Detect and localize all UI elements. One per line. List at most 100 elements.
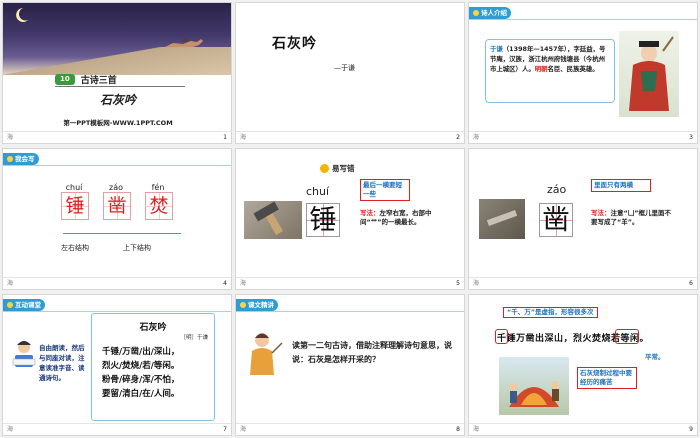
slide-4[interactable]: 我会写 chuí 锤 záo 凿 fén 焚 左右结构 上下结构 海 4 — [2, 148, 232, 290]
slide-3[interactable]: 诗人介绍 于谦（1398年—1457年），字廷益，号节庵，汉族，浙江杭州府钱塘县… — [468, 2, 698, 144]
pinyin: záo — [547, 183, 567, 196]
section-label: 易写错 — [332, 164, 355, 173]
char-box: 凿 — [103, 192, 131, 220]
portrait-image — [619, 31, 679, 117]
structure-right: 上下结构 — [123, 244, 151, 252]
slide-number: 3 — [689, 134, 693, 141]
section-header: 课文精讲 — [236, 299, 278, 311]
callout: 里面只有两横 — [591, 179, 651, 192]
reading-child-icon — [12, 341, 36, 367]
note-bottom: 石灰烧制过程中要经历的痛苦 — [577, 367, 637, 389]
corner-label: 海 — [240, 426, 247, 433]
instruction-text: 自由朗读，然后与同座对读，注意读准字音、读通诗句。 — [39, 344, 85, 382]
pinyin: chuí — [306, 185, 330, 198]
slide-number: 4 — [223, 280, 227, 287]
corner-label: 海 — [7, 426, 14, 433]
pinyin: chuí — [65, 183, 83, 192]
slide-7[interactable]: 互动课堂 自由朗读，然后与同座对读，注意读准字音、读通诗句。 石灰吟 ［明］于谦… — [2, 294, 232, 436]
section-label: 诗人介绍 — [481, 9, 507, 17]
hammer-icon — [253, 201, 283, 235]
slide-number: 5 — [456, 280, 460, 287]
pinyin: fén — [151, 183, 165, 192]
slide-9[interactable]: “千、万”是虚指，形容很多次 千锤万凿出深山，烈火焚烧若等闲。 平常。 石灰烧制… — [468, 294, 698, 436]
char-1: chuí 锤 — [61, 183, 89, 220]
hammer-image — [244, 201, 302, 239]
circle-highlight — [495, 329, 508, 344]
smiley-icon — [320, 164, 329, 173]
bio-card: 于谦（1398年—1457年），字廷益，号节庵，汉族，浙江杭州府钱塘县（今杭州市… — [485, 39, 615, 103]
poem-title: 石灰吟 — [272, 36, 317, 52]
section-label: 课文精讲 — [248, 301, 274, 309]
tip-label: 写法： — [360, 209, 380, 217]
kiln-workers-icon — [509, 381, 559, 407]
slide-2[interactable]: 石灰吟 —于谦 海 2 — [235, 2, 465, 144]
poem-line: 要留/清白/在/人间。 — [102, 389, 180, 399]
poem-title: 石灰吟 — [139, 323, 167, 333]
bio-name: 于谦 — [490, 45, 503, 53]
tip: 写法：注意“凵”框儿里面不要写成了“羊”。 — [591, 209, 673, 227]
slide-number: 1 — [223, 134, 227, 141]
pinyin: záo — [109, 183, 123, 192]
official-figure-icon — [629, 36, 674, 111]
badge-icon — [473, 10, 479, 16]
callout: 最后一横要短一些 — [360, 179, 410, 201]
bracket-line — [63, 233, 181, 234]
slide-footer — [469, 277, 697, 289]
badge-icon — [240, 302, 246, 308]
badge-icon — [7, 302, 13, 308]
circle-highlight — [615, 329, 639, 344]
corner-label: 海 — [240, 280, 247, 287]
slide-number: 6 — [689, 280, 693, 287]
teacher-icon — [250, 333, 283, 375]
poem-line: 粉骨/碎身/浑/不怕， — [102, 375, 180, 385]
slide-footer — [236, 277, 464, 289]
footer-brand: 第一PPT模板网-WWW.1PPT.COM — [63, 119, 173, 127]
corner-label: 海 — [7, 280, 14, 287]
lesson-title: 古诗三首 — [80, 76, 117, 86]
poem-author: —于谦 — [334, 64, 355, 72]
section-label: 互动课堂 — [15, 301, 41, 309]
poem-line: 千锤/万凿/出/深山， — [102, 347, 180, 357]
corner-label: 海 — [473, 280, 480, 287]
slide-footer — [3, 131, 231, 143]
tip: 写法：左窄右宽，右部中间“艹”的一横最长。 — [360, 209, 436, 227]
slide-footer — [3, 277, 231, 289]
bio-emphasis: 明朝 — [534, 65, 548, 73]
slide-footer — [236, 131, 464, 143]
slide-8[interactable]: 课文精讲 读第一二句古诗，借助注释理解诗句意思，说说：石灰是怎样开采的？ 海 8 — [235, 294, 465, 436]
title-row: 10 古诗三首 — [55, 73, 185, 87]
poem-card: 石灰吟 ［明］于谦 千锤/万凿/出/深山， 烈火/焚烧/若/等闲。 粉骨/碎身/… — [91, 313, 215, 421]
question-text: 读第一二句古诗，借助注释理解诗句意思，说说：石灰是怎样开采的？ — [292, 341, 452, 364]
char-box: 锤 — [61, 192, 89, 220]
char-box: 焚 — [145, 192, 173, 220]
section-header: 易写错 — [320, 163, 355, 174]
chisel-image — [479, 199, 525, 239]
lesson-subtitle: 石灰吟 — [99, 93, 136, 107]
section-label: 我会写 — [15, 155, 35, 163]
slide-footer — [469, 423, 697, 435]
char-2: záo 凿 — [103, 183, 131, 220]
slide-footer — [3, 423, 231, 435]
slide-6[interactable]: záo 凿 里面只有两横 写法：注意“凵”框儿里面不要写成了“羊”。 海 6 — [468, 148, 698, 290]
slide-number: 2 — [456, 134, 460, 141]
section-header: 我会写 — [3, 153, 39, 165]
corner-label: 海 — [473, 426, 480, 433]
slide-number: 9 — [689, 426, 693, 433]
poem-author: ［明］于谦 — [180, 335, 208, 341]
corner-label: 海 — [240, 134, 247, 141]
corner-label: 海 — [7, 134, 14, 141]
char-box: 锤 — [306, 203, 340, 237]
poem-line: 烈火/焚烧/若/等闲。 — [102, 361, 180, 371]
side-note: 平常。 — [645, 353, 665, 361]
char-box: 凿 — [539, 203, 573, 237]
tip-label: 写法： — [591, 209, 611, 217]
bio-tail: 名臣、民族英雄。 — [547, 65, 599, 73]
char-3: fén 焚 — [145, 183, 173, 220]
slide-number: 7 — [223, 426, 227, 433]
slide-footer — [469, 131, 697, 143]
lesson-number-badge: 10 — [55, 74, 75, 85]
mountains — [3, 47, 231, 75]
section-header: 诗人介绍 — [469, 7, 511, 19]
slide-5[interactable]: 易写错 chuí 锤 最后一横要短一些 写法：左窄右宽，右部中间“艹”的一横最长… — [235, 148, 465, 290]
slide-1[interactable]: 10 古诗三首 石灰吟 第一PPT模板网-WWW.1PPT.COM 海 1 — [2, 2, 232, 144]
